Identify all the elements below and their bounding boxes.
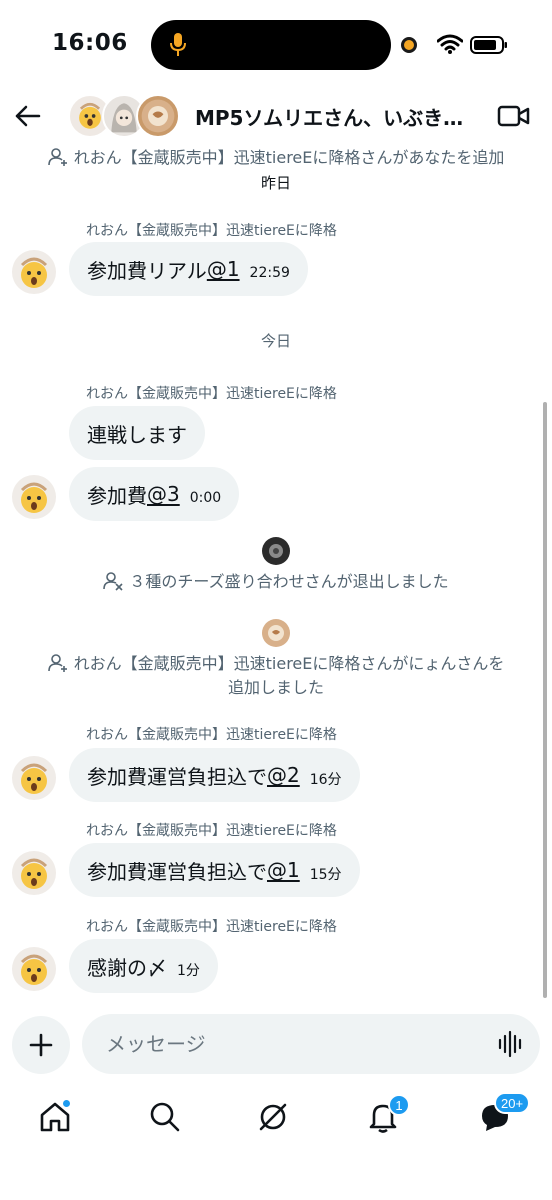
mention-link[interactable]: @2 (267, 763, 300, 787)
system-message-left: ３種のチーズ盛り合わせさんが退出しました (0, 570, 552, 594)
message-text: 参加費運営負担込で (87, 859, 267, 884)
wifi-icon (437, 34, 463, 54)
avatar (136, 94, 180, 138)
avatar[interactable] (12, 475, 56, 519)
avatar[interactable] (12, 250, 56, 294)
nav-home[interactable] (38, 1099, 74, 1136)
date-separator: 今日 (0, 330, 552, 351)
mention-link[interactable]: @1 (267, 858, 300, 882)
message-text: 参加費運営負担込で (87, 764, 267, 789)
system-message-added: れおん【金蔵販売中】迅速tiereEに降格さんがあなたを追加 (0, 146, 552, 170)
back-arrow-icon[interactable] (14, 102, 42, 130)
status-bar: 16:06 (0, 0, 552, 92)
message-bubble[interactable]: 参加費運営負担込で @1 15分 (69, 843, 360, 897)
message-bubble[interactable]: 参加費運営負担込で @2 16分 (69, 748, 360, 802)
system-text: れおん【金蔵販売中】迅速tiereEに降格さんがあなたを追加 (73, 148, 505, 167)
plus-icon (29, 1033, 53, 1057)
mention-link[interactable]: @1 (207, 257, 240, 281)
messages-badge: 20+ (494, 1092, 531, 1114)
video-call-icon[interactable] (497, 104, 531, 128)
sender-name: れおん【金蔵販売中】迅速tiereEに降格 (86, 823, 337, 839)
status-time: 16:06 (52, 30, 128, 56)
message-bubble[interactable]: 参加費 @3 0:00 (69, 467, 240, 521)
message-text: 参加費リアル (87, 258, 207, 283)
message-bubble[interactable]: 連戦します (69, 406, 205, 460)
message-bubble[interactable]: 感謝の〆 1分 (69, 939, 218, 993)
avatar[interactable] (12, 851, 56, 895)
sender-name: れおん【金蔵販売中】迅速tiereEに降格 (86, 386, 337, 402)
date-label: 昨日 (250, 170, 301, 195)
message-input[interactable] (82, 1014, 540, 1074)
bottom-navigation: 1 20+ (0, 1090, 552, 1150)
add-attachment-button[interactable] (12, 1016, 70, 1074)
conversation-header: MP5ソムリエさん、いぶき… (0, 92, 552, 140)
unread-dot (62, 1099, 71, 1108)
nav-messages[interactable]: 20+ (478, 1092, 531, 1136)
nav-search[interactable] (148, 1100, 184, 1136)
group-avatars[interactable] (66, 92, 186, 140)
add-person-icon (47, 148, 67, 166)
sender-name: れおん【金蔵販売中】迅速tiereEに降格 (86, 919, 337, 935)
system-text: れおん【金蔵販売中】迅速tiereEに降格さんがにょんさんを (73, 654, 505, 673)
voice-message-icon[interactable] (497, 1030, 525, 1058)
sender-name: れおん【金蔵販売中】迅速tiereEに降格 (86, 727, 337, 743)
avatar[interactable] (12, 756, 56, 800)
recording-indicator-icon (401, 37, 417, 53)
date-separator: 昨日 (0, 170, 552, 195)
microphone-icon (170, 33, 186, 56)
date-label: 今日 (260, 332, 291, 350)
message-bubble[interactable]: 参加費リアル @1 22:59 (69, 242, 308, 296)
nav-grok[interactable] (256, 1100, 292, 1136)
sender-name: れおん【金蔵販売中】迅速tiereEに降格 (86, 223, 337, 239)
mention-link[interactable]: @3 (147, 482, 180, 506)
battery-icon (470, 36, 507, 54)
system-text: ３種のチーズ盛り合わせさんが退出しました (129, 572, 449, 591)
remove-person-icon (103, 572, 123, 591)
avatar (262, 619, 290, 647)
notification-badge: 1 (388, 1094, 410, 1116)
conversation-title[interactable]: MP5ソムリエさん、いぶき… (195, 102, 480, 131)
message-time: 16分 (309, 772, 342, 788)
avatar[interactable] (12, 947, 56, 991)
search-icon (150, 1102, 180, 1132)
system-text: 追加しました (227, 678, 324, 697)
message-text: 感謝の〆 (87, 955, 167, 980)
grok-icon (259, 1103, 287, 1131)
message-time: 1分 (177, 963, 200, 979)
system-message-added: れおん【金蔵販売中】迅速tiereEに降格さんがにょんさんを 追加しました (0, 652, 552, 700)
message-time: 15分 (309, 867, 342, 883)
add-person-icon (47, 654, 67, 672)
nav-notifications[interactable]: 1 (366, 1094, 410, 1136)
message-time: 22:59 (249, 265, 290, 281)
dynamic-island (151, 20, 391, 70)
scrollbar[interactable] (543, 402, 547, 998)
message-time: 0:00 (189, 490, 222, 506)
message-text: 参加費 (87, 483, 147, 508)
message-text: 連戦します (87, 422, 187, 447)
avatar (262, 537, 290, 565)
